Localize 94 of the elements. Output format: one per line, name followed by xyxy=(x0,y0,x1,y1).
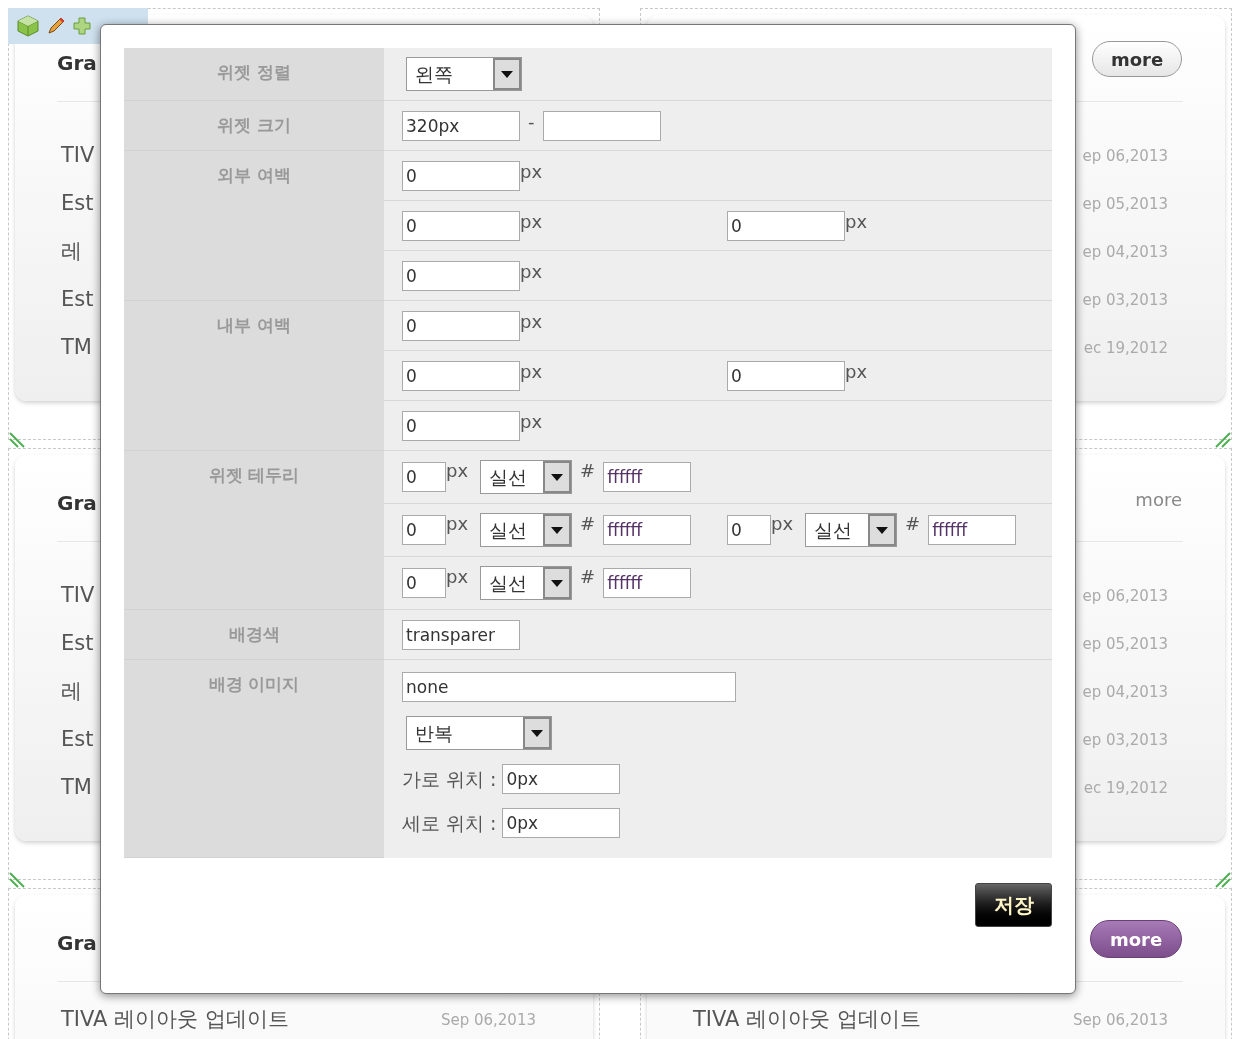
post-title-link[interactable]: Est xyxy=(61,724,94,756)
text-field[interactable]: 0 xyxy=(402,210,520,241)
post-date: ep 06,2013 xyxy=(1082,585,1168,607)
plus-icon xyxy=(72,16,92,36)
text-field[interactable]: ffffff xyxy=(603,462,692,492)
save-button[interactable]: 저장 xyxy=(975,883,1052,927)
field-label: 가로 위치 : xyxy=(402,766,497,792)
text-field[interactable]: none xyxy=(402,672,736,702)
field-label: 위젯 테두리 xyxy=(208,465,300,485)
post-date: Sep 06,2013 xyxy=(1072,1009,1168,1031)
widget-title: Gra xyxy=(57,50,97,77)
post-date: ec 19,2012 xyxy=(1083,337,1168,359)
unit-label: px xyxy=(520,360,543,383)
post-title-link[interactable]: Est xyxy=(61,284,94,316)
unit-label: px xyxy=(446,566,469,588)
field-label: 외부 여백 xyxy=(217,165,291,185)
widget-title: Gra xyxy=(57,490,97,517)
dropdown[interactable]: 반복 xyxy=(406,716,552,750)
post-title-link[interactable]: 레 xyxy=(61,236,82,268)
unit-label: px xyxy=(520,310,543,333)
more-button[interactable]: more xyxy=(1092,41,1182,77)
text-field[interactable]: 320px xyxy=(402,110,520,141)
unit-label: px xyxy=(520,410,543,433)
text-field[interactable]: 0px xyxy=(502,764,621,794)
text-field[interactable]: ffffff xyxy=(603,515,692,545)
post-title-link[interactable]: Est xyxy=(61,188,94,220)
text-field[interactable]: 0 xyxy=(402,260,520,291)
post-date: ep 03,2013 xyxy=(1082,289,1168,311)
caret-icon xyxy=(551,473,564,481)
text-field[interactable]: 0 xyxy=(402,410,520,441)
unit-label: px xyxy=(446,513,469,535)
text-field[interactable]: 0 xyxy=(402,160,520,191)
text-field[interactable]: ffffff xyxy=(603,568,692,598)
text-field[interactable]: 0 xyxy=(402,310,520,341)
field-label: 내부 여백 xyxy=(217,315,291,335)
caret-icon xyxy=(551,579,564,587)
caret-icon xyxy=(876,526,889,534)
caret-icon xyxy=(501,70,513,78)
unit-label: px xyxy=(520,260,543,283)
post-date: ep 05,2013 xyxy=(1082,193,1168,215)
separator-text: # xyxy=(580,460,596,482)
post-title-link[interactable]: 레 xyxy=(61,676,82,708)
field-label: 배경색 xyxy=(228,624,280,644)
unit-label: px xyxy=(520,160,543,183)
pencil-icon xyxy=(46,16,66,36)
unit-label: px xyxy=(845,210,868,233)
caret-icon xyxy=(531,729,543,737)
separator-text: # xyxy=(905,513,921,535)
text-field[interactable]: 0 xyxy=(727,210,845,241)
separator-text: # xyxy=(580,513,596,535)
caret-icon xyxy=(551,526,564,534)
widget-title: Gra xyxy=(57,930,97,957)
field-label: 위젯 정렬 xyxy=(217,62,291,82)
text-field[interactable]: 0 xyxy=(402,515,446,545)
more-link[interactable]: more xyxy=(1135,481,1182,517)
text-field[interactable]: 0 xyxy=(727,515,771,545)
dropdown[interactable]: 실선 xyxy=(805,513,898,547)
cube-icon xyxy=(16,14,40,38)
separator-text: - xyxy=(528,110,535,133)
post-title-link[interactable]: TIVA 레이아웃 업데이트 xyxy=(693,1004,921,1036)
post-date: ep 05,2013 xyxy=(1082,633,1168,655)
post-title-link[interactable]: TM xyxy=(61,772,92,804)
text-field[interactable] xyxy=(542,110,661,141)
post-date: ep 04,2013 xyxy=(1082,681,1168,703)
field-label: 배경 이미지 xyxy=(208,674,300,694)
post-title-link[interactable]: Est xyxy=(61,628,94,660)
dropdown[interactable]: 실선 xyxy=(480,460,573,494)
unit-label: px xyxy=(771,513,794,535)
dropdown[interactable]: 왼쪽 xyxy=(406,57,522,91)
field-label: 위젯 크기 xyxy=(217,115,291,135)
post-date: ec 19,2012 xyxy=(1083,777,1168,799)
dropdown[interactable]: 실선 xyxy=(480,513,573,547)
text-field[interactable]: 0 xyxy=(727,360,845,391)
unit-label: px xyxy=(446,460,469,482)
text-field[interactable]: transparer xyxy=(402,619,520,650)
post-date: ep 06,2013 xyxy=(1082,145,1168,167)
post-date: ep 04,2013 xyxy=(1082,241,1168,263)
unit-label: px xyxy=(520,210,543,233)
separator-text: # xyxy=(580,566,596,588)
post-title-link[interactable]: TIV xyxy=(61,580,95,612)
field-label: 세로 위치 : xyxy=(402,810,497,836)
post-title-link[interactable]: TIVA 레이아웃 업데이트 xyxy=(61,1004,289,1036)
post-title-link[interactable]: TM xyxy=(61,332,92,364)
text-field[interactable]: 0 xyxy=(402,568,446,598)
more-button[interactable]: more xyxy=(1090,920,1182,958)
dropdown[interactable]: 실선 xyxy=(480,566,573,600)
text-field[interactable]: 0 xyxy=(402,360,520,391)
text-field[interactable]: 0px xyxy=(502,808,621,838)
unit-label: px xyxy=(845,360,868,383)
text-field[interactable]: 0 xyxy=(402,462,446,492)
post-title-link[interactable]: TIV xyxy=(61,140,95,172)
post-date: ep 03,2013 xyxy=(1082,729,1168,751)
text-field[interactable]: ffffff xyxy=(928,515,1017,545)
post-date: Sep 06,2013 xyxy=(440,1009,536,1031)
